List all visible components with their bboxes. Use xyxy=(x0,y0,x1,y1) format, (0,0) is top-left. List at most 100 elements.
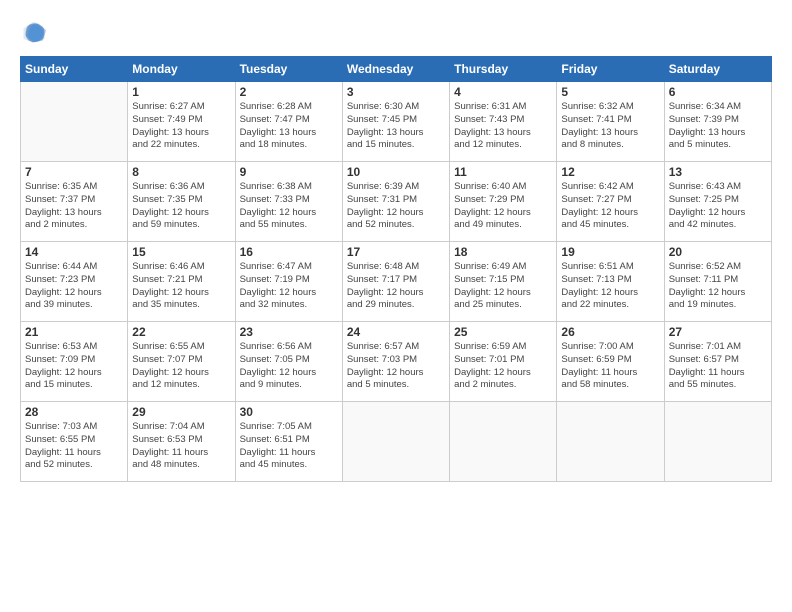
day-info: Sunrise: 6:56 AMSunset: 7:05 PMDaylight:… xyxy=(240,341,338,392)
day-info: Sunrise: 6:32 AMSunset: 7:41 PMDaylight:… xyxy=(561,101,659,152)
day-info: Sunrise: 6:55 AMSunset: 7:07 PMDaylight:… xyxy=(132,341,230,392)
day-info: Sunrise: 7:01 AMSunset: 6:57 PMDaylight:… xyxy=(669,341,767,392)
day-info: Sunrise: 6:57 AMSunset: 7:03 PMDaylight:… xyxy=(347,341,445,392)
day-number: 11 xyxy=(454,165,552,179)
calendar-week-row: 1Sunrise: 6:27 AMSunset: 7:49 PMDaylight… xyxy=(21,82,772,162)
day-info: Sunrise: 6:38 AMSunset: 7:33 PMDaylight:… xyxy=(240,181,338,232)
weekday-header-monday: Monday xyxy=(128,57,235,82)
day-info: Sunrise: 6:34 AMSunset: 7:39 PMDaylight:… xyxy=(669,101,767,152)
weekday-header-row: SundayMondayTuesdayWednesdayThursdayFrid… xyxy=(21,57,772,82)
day-info: Sunrise: 6:52 AMSunset: 7:11 PMDaylight:… xyxy=(669,261,767,312)
weekday-header-tuesday: Tuesday xyxy=(235,57,342,82)
calendar-table: SundayMondayTuesdayWednesdayThursdayFrid… xyxy=(20,56,772,482)
day-number: 16 xyxy=(240,245,338,259)
day-info: Sunrise: 6:36 AMSunset: 7:35 PMDaylight:… xyxy=(132,181,230,232)
calendar-cell: 30Sunrise: 7:05 AMSunset: 6:51 PMDayligh… xyxy=(235,402,342,482)
calendar-cell: 24 Sunrise: 6:57 AMSunset: 7:03 PMDayligh… xyxy=(342,322,449,402)
calendar-cell: 12 Sunrise: 6:42 AMSunset: 7:27 PMDayligh… xyxy=(557,162,664,242)
calendar-cell: 15 Sunrise: 6:46 AMSunset: 7:21 PMDayligh… xyxy=(128,242,235,322)
day-number: 9 xyxy=(240,165,338,179)
day-info: Sunrise: 6:43 AMSunset: 7:25 PMDaylight:… xyxy=(669,181,767,232)
day-number: 10 xyxy=(347,165,445,179)
day-number: 27 xyxy=(669,325,767,339)
calendar-week-row: 7 Sunrise: 6:35 AMSunset: 7:37 PMDaylight… xyxy=(21,162,772,242)
day-number: 30 xyxy=(240,405,338,419)
calendar-cell: 10 Sunrise: 6:39 AMSunset: 7:31 PMDayligh… xyxy=(342,162,449,242)
calendar-cell xyxy=(21,82,128,162)
day-number: 23 xyxy=(240,325,338,339)
header xyxy=(20,18,772,46)
calendar-cell xyxy=(342,402,449,482)
day-number: 26 xyxy=(561,325,659,339)
day-number: 14 xyxy=(25,245,123,259)
day-number: 5 xyxy=(561,85,659,99)
day-info: Sunrise: 6:39 AMSunset: 7:31 PMDaylight:… xyxy=(347,181,445,232)
calendar-cell: 9 Sunrise: 6:38 AMSunset: 7:33 PMDaylight… xyxy=(235,162,342,242)
calendar-week-row: 21Sunrise: 6:53 AMSunset: 7:09 PMDayligh… xyxy=(21,322,772,402)
calendar-cell: 16Sunrise: 6:47 AMSunset: 7:19 PMDayligh… xyxy=(235,242,342,322)
calendar-cell: 17 Sunrise: 6:48 AMSunset: 7:17 PMDayligh… xyxy=(342,242,449,322)
day-number: 8 xyxy=(132,165,230,179)
day-info: Sunrise: 6:48 AMSunset: 7:17 PMDaylight:… xyxy=(347,261,445,312)
calendar-week-row: 28 Sunrise: 7:03 AMSunset: 6:55 PMDayligh… xyxy=(21,402,772,482)
calendar-cell xyxy=(557,402,664,482)
calendar-cell: 29 Sunrise: 7:04 AMSunset: 6:53 PMDayligh… xyxy=(128,402,235,482)
day-number: 2 xyxy=(240,85,338,99)
calendar-cell: 20 Sunrise: 6:52 AMSunset: 7:11 PMDayligh… xyxy=(664,242,771,322)
day-info: Sunrise: 6:44 AMSunset: 7:23 PMDaylight:… xyxy=(25,261,123,312)
day-info: Sunrise: 6:35 AMSunset: 7:37 PMDaylight:… xyxy=(25,181,123,232)
page: SundayMondayTuesdayWednesdayThursdayFrid… xyxy=(0,0,792,612)
day-number: 6 xyxy=(669,85,767,99)
day-info: Sunrise: 6:49 AMSunset: 7:15 PMDaylight:… xyxy=(454,261,552,312)
calendar-cell: 3Sunrise: 6:30 AMSunset: 7:45 PMDaylight… xyxy=(342,82,449,162)
day-info: Sunrise: 7:00 AMSunset: 6:59 PMDaylight:… xyxy=(561,341,659,392)
calendar-cell: 6 Sunrise: 6:34 AMSunset: 7:39 PMDaylight… xyxy=(664,82,771,162)
calendar-cell: 26 Sunrise: 7:00 AMSunset: 6:59 PMDayligh… xyxy=(557,322,664,402)
calendar-cell: 21Sunrise: 6:53 AMSunset: 7:09 PMDayligh… xyxy=(21,322,128,402)
calendar-cell: 28 Sunrise: 7:03 AMSunset: 6:55 PMDayligh… xyxy=(21,402,128,482)
calendar-cell: 4 Sunrise: 6:31 AMSunset: 7:43 PMDaylight… xyxy=(450,82,557,162)
calendar-cell: 7 Sunrise: 6:35 AMSunset: 7:37 PMDaylight… xyxy=(21,162,128,242)
day-info: Sunrise: 6:28 AMSunset: 7:47 PMDaylight:… xyxy=(240,101,338,152)
day-info: Sunrise: 7:03 AMSunset: 6:55 PMDaylight:… xyxy=(25,421,123,472)
calendar-cell: 18 Sunrise: 6:49 AMSunset: 7:15 PMDayligh… xyxy=(450,242,557,322)
weekday-header-wednesday: Wednesday xyxy=(342,57,449,82)
calendar-cell: 11Sunrise: 6:40 AMSunset: 7:29 PMDayligh… xyxy=(450,162,557,242)
day-number: 15 xyxy=(132,245,230,259)
day-info: Sunrise: 6:31 AMSunset: 7:43 PMDaylight:… xyxy=(454,101,552,152)
calendar-cell: 1Sunrise: 6:27 AMSunset: 7:49 PMDaylight… xyxy=(128,82,235,162)
calendar-cell: 13 Sunrise: 6:43 AMSunset: 7:25 PMDayligh… xyxy=(664,162,771,242)
calendar-cell: 14 Sunrise: 6:44 AMSunset: 7:23 PMDayligh… xyxy=(21,242,128,322)
day-number: 17 xyxy=(347,245,445,259)
day-number: 24 xyxy=(347,325,445,339)
day-number: 7 xyxy=(25,165,123,179)
day-number: 19 xyxy=(561,245,659,259)
day-info: Sunrise: 6:59 AMSunset: 7:01 PMDaylight:… xyxy=(454,341,552,392)
calendar-cell: 25Sunrise: 6:59 AMSunset: 7:01 PMDayligh… xyxy=(450,322,557,402)
calendar-cell: 27 Sunrise: 7:01 AMSunset: 6:57 PMDayligh… xyxy=(664,322,771,402)
day-number: 13 xyxy=(669,165,767,179)
calendar-week-row: 14 Sunrise: 6:44 AMSunset: 7:23 PMDayligh… xyxy=(21,242,772,322)
day-number: 18 xyxy=(454,245,552,259)
day-info: Sunrise: 7:04 AMSunset: 6:53 PMDaylight:… xyxy=(132,421,230,472)
day-number: 22 xyxy=(132,325,230,339)
day-number: 21 xyxy=(25,325,123,339)
day-info: Sunrise: 6:51 AMSunset: 7:13 PMDaylight:… xyxy=(561,261,659,312)
day-number: 12 xyxy=(561,165,659,179)
weekday-header-friday: Friday xyxy=(557,57,664,82)
calendar-cell: 5 Sunrise: 6:32 AMSunset: 7:41 PMDaylight… xyxy=(557,82,664,162)
weekday-header-sunday: Sunday xyxy=(21,57,128,82)
logo-icon xyxy=(20,18,48,46)
day-number: 20 xyxy=(669,245,767,259)
weekday-header-saturday: Saturday xyxy=(664,57,771,82)
calendar-cell xyxy=(450,402,557,482)
calendar-cell: 2 Sunrise: 6:28 AMSunset: 7:47 PMDaylight… xyxy=(235,82,342,162)
day-number: 28 xyxy=(25,405,123,419)
day-info: Sunrise: 6:42 AMSunset: 7:27 PMDaylight:… xyxy=(561,181,659,232)
calendar-cell: 19 Sunrise: 6:51 AMSunset: 7:13 PMDayligh… xyxy=(557,242,664,322)
day-number: 4 xyxy=(454,85,552,99)
logo xyxy=(20,18,52,46)
day-info: Sunrise: 6:46 AMSunset: 7:21 PMDaylight:… xyxy=(132,261,230,312)
calendar-cell: 23 Sunrise: 6:56 AMSunset: 7:05 PMDayligh… xyxy=(235,322,342,402)
day-number: 29 xyxy=(132,405,230,419)
